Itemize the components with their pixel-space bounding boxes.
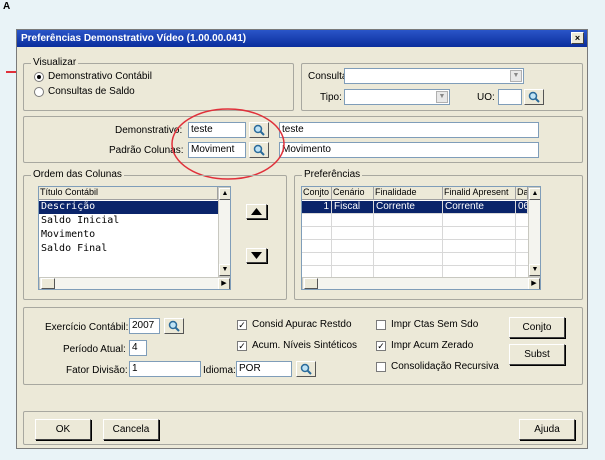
window-title: Preferências Demonstrativo Vídeo (1.00.0… [21, 33, 247, 44]
checkmark-icon: ✓ [238, 341, 246, 351]
exercicio-search-button[interactable] [164, 318, 184, 334]
idioma-field[interactable]: POR [236, 361, 292, 377]
checkbox-impr-ctas-label: Impr Ctas Sem Sdo [391, 319, 479, 330]
scroll-up-icon[interactable]: ▲ [219, 188, 230, 200]
close-button[interactable]: × [571, 32, 584, 44]
padrao-colunas-description-text: Movimento [282, 144, 331, 155]
padrao-colunas-description: Movimento [279, 142, 539, 158]
scroll-right-icon[interactable]: ▶ [218, 278, 230, 289]
list-item[interactable]: Movimento [39, 229, 218, 242]
list-item[interactable]: Saldo Final [39, 243, 218, 256]
cancela-button[interactable]: Cancela [103, 419, 159, 440]
grid-line [331, 214, 332, 277]
fator-label: Fator Divisão: [66, 365, 128, 376]
table-cell: 06 [516, 201, 528, 214]
idioma-value: POR [239, 363, 261, 374]
subst-button[interactable]: Subst [509, 344, 565, 365]
column-header-conjto[interactable]: Conjto [302, 187, 332, 200]
table-cell: Corrente [374, 201, 443, 214]
checkmark-icon: ✓ [238, 320, 246, 330]
ok-button[interactable]: OK [35, 419, 91, 440]
radio-consultas-saldo[interactable] [34, 87, 44, 97]
conjto-button[interactable]: Conjto [509, 317, 565, 338]
checkbox-impr-acum-zerado-label: Impr Acum Zerado [391, 340, 474, 351]
scroll-thumb[interactable] [304, 278, 318, 289]
radio-demonstrativo-contabil-label: Demonstrativo Contábil [48, 71, 152, 82]
table-cell: 1 [302, 201, 332, 214]
column-header-dat[interactable]: Dat [516, 187, 528, 200]
close-icon: × [574, 33, 581, 43]
horizontal-scrollbar[interactable] [39, 277, 230, 289]
tipo-label: Tipo: [320, 92, 342, 103]
figure-label: A [3, 1, 11, 12]
arrow-up-icon [251, 208, 262, 215]
radio-consultas-saldo-label: Consultas de Saldo [48, 86, 135, 97]
column-header-finalid-apresent[interactable]: Finalid Apresent [443, 187, 516, 200]
ordem-colunas-header[interactable]: Título Contábil [39, 187, 218, 200]
title-bar[interactable]: Preferências Demonstrativo Vídeo (1.00.0… [17, 30, 587, 47]
scroll-up-icon[interactable]: ▲ [529, 188, 540, 200]
chevron-down-icon[interactable]: ▼ [510, 70, 522, 82]
exercicio-value: 2007 [132, 320, 155, 331]
move-up-button[interactable] [246, 204, 267, 219]
checkbox-impr-acum-zerado[interactable]: ✓ [376, 341, 386, 351]
scroll-thumb[interactable] [41, 278, 55, 289]
demonstrativo-description: teste [279, 122, 539, 138]
grid-line [442, 214, 443, 277]
table-cell: Fiscal [332, 201, 374, 214]
fator-value: 1 [132, 363, 138, 374]
exercicio-field[interactable]: 2007 [129, 318, 160, 334]
grid-line [515, 214, 516, 277]
ordem-colunas-legend: Ordem das Colunas [31, 169, 124, 180]
exercicio-label: Exercício Contábil: [45, 322, 129, 333]
visualizar-legend: Visualizar [31, 57, 79, 68]
grid-empty-rows [302, 214, 528, 277]
annotation-ellipse [171, 108, 285, 180]
uo-search-button[interactable] [524, 89, 544, 105]
checkbox-consid-apurac[interactable]: ✓ [237, 320, 247, 330]
list-item[interactable]: Saldo Inicial [39, 215, 218, 228]
idioma-search-button[interactable] [296, 361, 316, 377]
search-icon [528, 91, 540, 103]
scroll-down-icon[interactable]: ▼ [529, 264, 540, 276]
preferencias-grid[interactable]: Conjto Cenário Finalidade Finalid Aprese… [301, 186, 541, 290]
preferences-dialog: Preferências Demonstrativo Vídeo (1.00.0… [16, 29, 588, 449]
search-icon [300, 363, 312, 375]
checkbox-acum-niveis-label: Acum. Níveis Sintéticos [252, 340, 358, 351]
uo-field[interactable] [498, 89, 522, 105]
checkmark-icon: ✓ [377, 341, 385, 351]
grid-line [373, 214, 374, 277]
uo-label: UO: [477, 92, 495, 103]
move-down-button[interactable] [246, 248, 267, 263]
column-header-cenario[interactable]: Cenário [332, 187, 374, 200]
idioma-label: Idioma: [203, 365, 236, 376]
checkbox-acum-niveis[interactable]: ✓ [237, 341, 247, 351]
radio-demonstrativo-contabil[interactable] [34, 72, 44, 82]
checkbox-consid-apurac-label: Consid Apurac Restdo [252, 319, 352, 330]
search-icon [168, 320, 180, 332]
arrow-down-icon [251, 252, 262, 259]
scroll-right-icon[interactable]: ▶ [528, 278, 540, 289]
table-cell: Corrente [443, 201, 516, 214]
list-item[interactable]: Descrição [39, 201, 218, 214]
tipo-combo[interactable] [344, 89, 450, 105]
preferencias-legend: Preferências [302, 169, 363, 180]
ordem-colunas-list[interactable]: Título Contábil Descrição Saldo Inicial … [38, 186, 231, 290]
ajuda-button[interactable]: Ajuda [519, 419, 575, 440]
checkbox-impr-ctas[interactable] [376, 320, 386, 330]
checkbox-consolidacao-label: Consolidação Recursiva [391, 361, 499, 372]
chevron-down-icon[interactable]: ▼ [436, 91, 448, 103]
column-header-finalidade[interactable]: Finalidade [374, 187, 443, 200]
fator-field[interactable]: 1 [129, 361, 201, 377]
checkbox-consolidacao[interactable] [376, 362, 386, 372]
scroll-down-icon[interactable]: ▼ [219, 264, 230, 276]
periodo-field[interactable]: 4 [129, 340, 147, 356]
periodo-label: Período Atual: [63, 344, 126, 355]
periodo-value: 4 [132, 342, 138, 353]
horizontal-scrollbar[interactable] [302, 277, 540, 289]
consultar-combo[interactable] [344, 68, 524, 84]
